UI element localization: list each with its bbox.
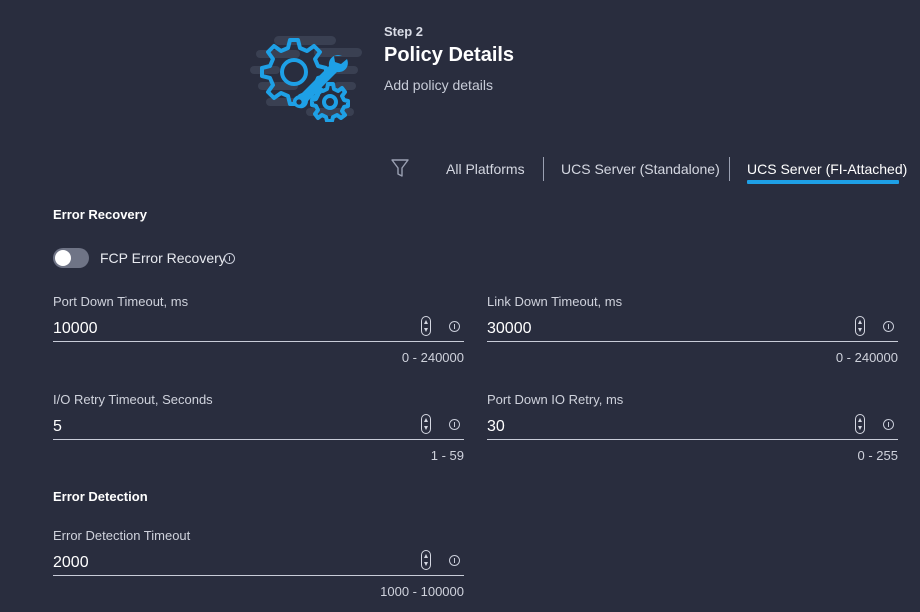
tab-ucs-fi-attached[interactable]: UCS Server (FI-Attached) <box>747 161 907 177</box>
input-underline <box>53 575 464 576</box>
port-down-timeout-range: 0 - 240000 <box>401 350 464 365</box>
port-down-io-retry-range: 0 - 255 <box>857 448 898 463</box>
section-heading-error-detection: Error Detection <box>53 489 148 504</box>
io-retry-timeout-stepper[interactable] <box>421 414 431 434</box>
page-title: Policy Details <box>384 44 515 66</box>
error-detection-timeout-input[interactable] <box>53 552 463 574</box>
link-down-timeout-label: Link Down Timeout, ms <box>487 294 623 309</box>
step-label: Step 2 <box>384 24 424 39</box>
active-tab-indicator <box>747 180 899 184</box>
error-detection-timeout-range: 1000 - 100000 <box>380 584 464 599</box>
gear-wrench-icon <box>246 22 366 123</box>
filter-icon[interactable] <box>389 157 411 179</box>
port-down-io-retry-label: Port Down IO Retry, ms <box>487 392 624 407</box>
info-icon[interactable] <box>449 419 460 430</box>
link-down-timeout-range: 0 - 240000 <box>835 350 898 365</box>
error-detection-timeout-stepper[interactable] <box>421 550 431 570</box>
page-subtitle: Add policy details <box>384 77 493 93</box>
error-detection-timeout-label: Error Detection Timeout <box>53 528 191 543</box>
toggle-knob <box>55 250 71 266</box>
info-icon[interactable] <box>883 419 894 430</box>
port-down-timeout-label: Port Down Timeout, ms <box>53 294 189 309</box>
fcp-error-recovery-toggle[interactable] <box>53 248 89 268</box>
link-down-timeout-input[interactable] <box>487 318 897 340</box>
section-heading-error-recovery: Error Recovery <box>53 207 147 222</box>
link-down-timeout-stepper[interactable] <box>855 316 865 336</box>
input-underline <box>487 439 898 440</box>
io-retry-timeout-label: I/O Retry Timeout, Seconds <box>53 392 213 407</box>
tab-ucs-standalone[interactable]: UCS Server (Standalone) <box>561 161 720 177</box>
port-down-io-retry-input[interactable] <box>487 416 897 438</box>
tab-divider <box>543 157 544 181</box>
input-underline <box>53 341 464 342</box>
io-retry-timeout-input[interactable] <box>53 416 463 438</box>
port-down-io-retry-stepper[interactable] <box>855 414 865 434</box>
info-icon[interactable] <box>449 555 460 566</box>
info-icon[interactable] <box>224 253 235 264</box>
fcp-error-recovery-label: FCP Error Recovery <box>100 250 226 266</box>
port-down-timeout-stepper[interactable] <box>421 316 431 336</box>
input-underline <box>487 341 898 342</box>
tab-all-platforms[interactable]: All Platforms <box>446 161 525 177</box>
info-icon[interactable] <box>883 321 894 332</box>
info-icon[interactable] <box>449 321 460 332</box>
port-down-timeout-input[interactable] <box>53 318 463 340</box>
tab-divider <box>729 157 730 181</box>
input-underline <box>53 439 464 440</box>
io-retry-timeout-range: 1 - 59 <box>430 448 464 463</box>
